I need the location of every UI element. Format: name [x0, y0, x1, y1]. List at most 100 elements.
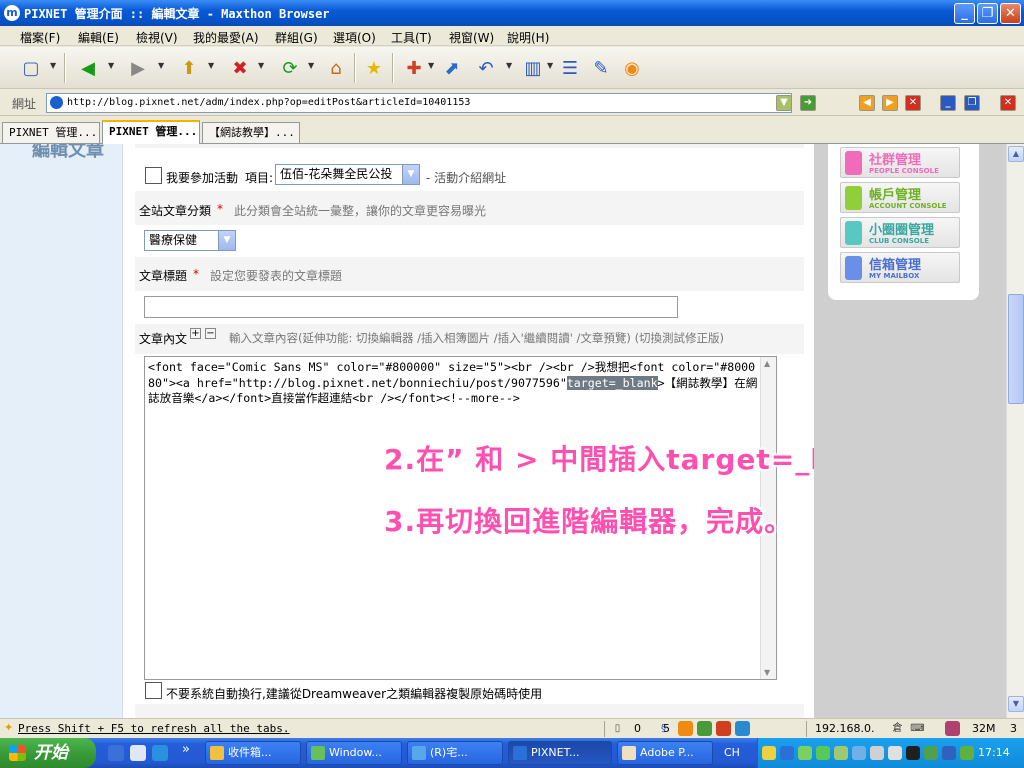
close-all-icon[interactable]: ✕: [1000, 95, 1016, 111]
start-button[interactable]: 开始: [0, 738, 96, 768]
restore-button[interactable]: ❐: [977, 3, 998, 24]
tray-network-icon[interactable]: [852, 746, 866, 760]
close-button[interactable]: ✕: [1000, 3, 1021, 24]
stop-icon[interactable]: ✖: [226, 54, 254, 82]
popup-block-icon[interactable]: [716, 721, 731, 736]
undo-icon[interactable]: ↶: [472, 54, 500, 82]
favorites-star-icon[interactable]: ★: [360, 54, 388, 82]
menu-view[interactable]: 檢視(V): [136, 29, 178, 46]
minimize-tab-icon[interactable]: _: [940, 95, 956, 111]
up-dropdown-icon[interactable]: ▼: [208, 61, 214, 70]
menu-tools[interactable]: 工具(T): [391, 29, 432, 46]
tray-display-icon[interactable]: [870, 746, 884, 760]
menu-window[interactable]: 視窗(W): [449, 29, 494, 46]
forward-dropdown-icon[interactable]: ▼: [158, 61, 164, 70]
scrollbar-thumb[interactable]: [1008, 294, 1024, 404]
tray-folder-icon[interactable]: [762, 746, 776, 760]
post-body-hint[interactable]: 輸入文章內容(延伸功能: 切換編輯器 /插入相簿圖片 /插入'繼續閱讀' /文章…: [229, 330, 724, 346]
menu-options[interactable]: 選項(O): [333, 29, 376, 46]
columns-icon[interactable]: ▥: [519, 54, 547, 82]
forward-icon[interactable]: ▶: [124, 54, 152, 82]
category-select[interactable]: 醫療保健 ▼: [144, 230, 236, 251]
back-icon[interactable]: ◀: [74, 54, 102, 82]
mailbox-button[interactable]: 信箱管理 MY MAILBOX: [840, 252, 960, 283]
refresh-icon[interactable]: ⟳: [276, 54, 304, 82]
menu-edit[interactable]: 編輯(E): [78, 29, 119, 46]
go-icon[interactable]: ➜: [800, 95, 816, 111]
popup-icon[interactable]: ⬈: [438, 54, 466, 82]
tray-media-icon[interactable]: [906, 746, 920, 760]
taskbar-item-chat[interactable]: (R)宅...: [407, 741, 503, 765]
restore-tab-icon[interactable]: ❐: [964, 95, 980, 111]
trash-icon[interactable]: ▯: [610, 721, 625, 736]
list-icon[interactable]: ☰: [556, 54, 584, 82]
tray-monitor-icon[interactable]: [888, 746, 902, 760]
url-dropdown-icon[interactable]: ▼: [776, 95, 792, 111]
club-console-button[interactable]: 小圈圈管理 CLUB CONSOLE: [840, 217, 960, 248]
new-page-icon[interactable]: ▢: [17, 54, 45, 82]
refresh-dropdown-icon[interactable]: ▼: [308, 61, 314, 70]
no-auto-wrap-checkbox[interactable]: [145, 682, 162, 699]
new-page-dropdown-icon[interactable]: ▼: [50, 61, 56, 70]
url-input[interactable]: http://blog.pixnet.net/adm/index.php?op=…: [46, 93, 792, 113]
columns-dropdown-icon[interactable]: ▼: [547, 61, 553, 70]
proxy-icon[interactable]: [735, 721, 750, 736]
quicklaunch-more-icon[interactable]: »: [182, 742, 190, 757]
tray-umbrella-icon[interactable]: [960, 746, 974, 760]
tab-pixnet-1[interactable]: PIXNET 管理...: [2, 122, 100, 143]
tray-msn-icon[interactable]: [798, 746, 812, 760]
home-icon[interactable]: ⌂: [322, 54, 350, 82]
minimize-button[interactable]: _: [954, 3, 975, 24]
translate-dropdown-icon[interactable]: ▼: [428, 61, 434, 70]
activity-select[interactable]: 伍佰-花朵舞全民公投 ▼: [275, 164, 420, 185]
tray-pen-icon[interactable]: [924, 746, 938, 760]
rss-icon[interactable]: ◉: [618, 54, 646, 82]
menu-help[interactable]: 說明(H): [507, 29, 549, 46]
close-tab-icon[interactable]: ✕: [905, 95, 921, 111]
taskbar-item-inbox[interactable]: 收件箱...: [205, 741, 301, 765]
stop-dropdown-icon[interactable]: ▼: [258, 61, 264, 70]
language-indicator[interactable]: CH: [724, 746, 740, 759]
menu-favorites[interactable]: 我的最愛(A): [193, 29, 259, 46]
expand-plus-icon[interactable]: +: [190, 328, 201, 339]
next-tab-icon[interactable]: ▶: [882, 95, 898, 111]
keyboard-icon[interactable]: ⌨: [910, 721, 925, 736]
translate-icon[interactable]: ✚: [400, 54, 428, 82]
quicklaunch-ie-icon[interactable]: [152, 745, 168, 761]
tab-blog-tutorial[interactable]: 【網誌教學】...: [202, 122, 300, 143]
activity-select-value: 伍佰-花朵舞全民公投: [280, 167, 393, 181]
people-console-button[interactable]: 社群管理 PEOPLE CONSOLE: [840, 147, 960, 178]
taskbar-item-pixnet[interactable]: PIXNET...: [508, 741, 612, 765]
taskbar-item-window[interactable]: Window...: [306, 741, 402, 765]
tab-pixnet-2[interactable]: PIXNET 管理...: [102, 120, 200, 144]
scroll-down-icon[interactable]: ▼: [764, 668, 770, 677]
taskbar-item-adobe[interactable]: Adobe P...: [617, 741, 713, 765]
ad-hunter-icon[interactable]: [678, 721, 693, 736]
ime-icon[interactable]: 倉: [890, 721, 905, 736]
undo-dropdown-icon[interactable]: ▼: [506, 61, 512, 70]
join-activity-checkbox[interactable]: [145, 167, 162, 184]
collapse-minus-icon[interactable]: −: [205, 328, 216, 339]
tray-chat-icon[interactable]: [816, 746, 830, 760]
menu-group[interactable]: 群組(G): [275, 29, 318, 46]
console-title: 帳戶管理: [869, 188, 922, 203]
prev-tab-icon[interactable]: ◀: [859, 95, 875, 111]
tray-shield-icon[interactable]: [942, 746, 956, 760]
back-dropdown-icon[interactable]: ▼: [108, 61, 114, 70]
menu-file[interactable]: 檔案(F): [20, 29, 60, 46]
edit-icon[interactable]: ✎: [587, 54, 615, 82]
flash-icon[interactable]: [697, 721, 712, 736]
account-console-button[interactable]: 帳戶管理 ACCOUNT CONSOLE: [840, 182, 960, 213]
scroll-down-icon[interactable]: ▼: [1008, 696, 1024, 712]
quicklaunch-desktop-icon[interactable]: [130, 745, 146, 761]
scroll-up-icon[interactable]: ▲: [764, 359, 770, 368]
up-icon[interactable]: ⬆: [175, 54, 203, 82]
tray-user-icon[interactable]: [834, 746, 848, 760]
activity-intro-link[interactable]: - 活動介紹網址: [426, 169, 506, 186]
scroll-up-icon[interactable]: ▲: [1008, 146, 1024, 162]
page-scrollbar[interactable]: ▲ ▼: [1006, 144, 1024, 718]
tray-maxthon-icon[interactable]: [780, 746, 794, 760]
quicklaunch-browser-icon[interactable]: [108, 745, 124, 761]
tool-icon[interactable]: [945, 721, 960, 736]
post-title-input[interactable]: [144, 296, 678, 318]
